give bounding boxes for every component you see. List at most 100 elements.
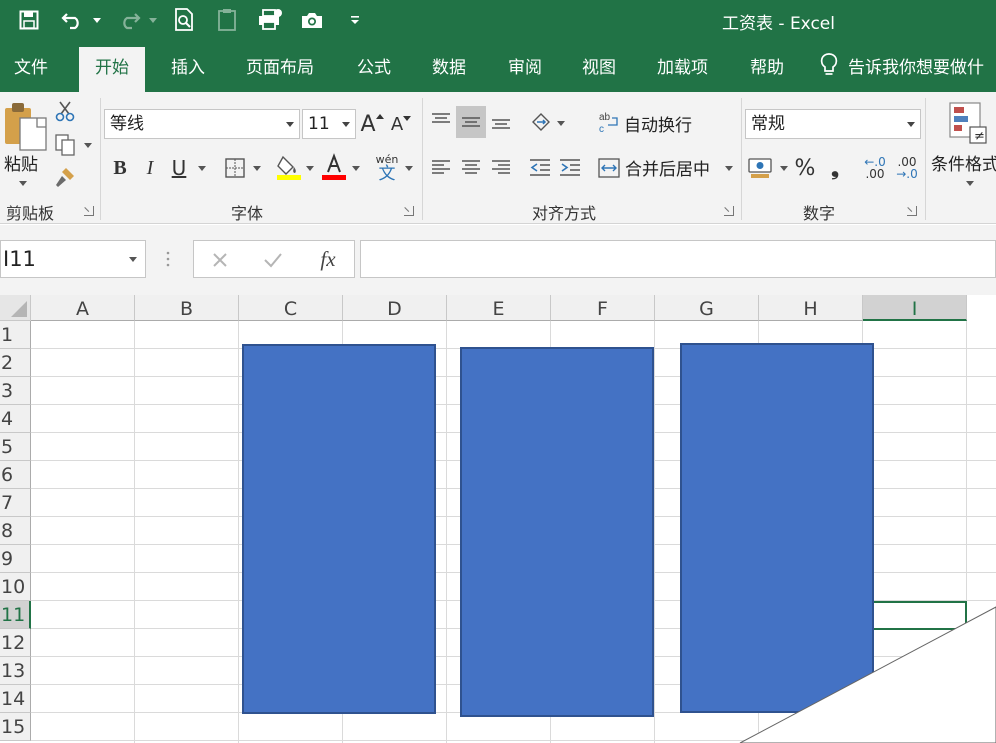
svg-text:ab: ab [599,112,611,123]
increase-font-size-button[interactable]: A [359,108,385,140]
bold-button[interactable]: B [108,154,132,182]
clipboard-group-label: 剪贴板 [6,204,55,223]
align-middle-icon[interactable] [456,106,486,138]
svg-text:c: c [599,124,604,134]
worksheet-grid[interactable]: A B C D E F G H I 1 2 3 4 5 6 7 8 9 10 11 12 13 14 15 [0,295,996,743]
formula-bar-grip-icon[interactable] [160,244,176,274]
font-name-combo[interactable]: 等线 [104,109,300,139]
window-title: 工资表 - Excel [722,14,835,34]
accounting-format-icon[interactable] [746,154,776,182]
print-preview-icon[interactable] [168,0,200,40]
number-group-label: 数字 [803,204,836,223]
decrease-indent-icon[interactable] [526,154,554,182]
number-format-value: 常规 [751,114,785,134]
format-painter-icon[interactable] [52,164,78,190]
copy-dropdown-icon[interactable] [84,143,92,148]
number-launcher-icon[interactable] [907,206,917,216]
fill-color-icon[interactable] [274,152,304,182]
undo-icon[interactable] [56,0,90,40]
font-group-label: 字体 [231,204,264,223]
accounting-dropdown-icon[interactable] [780,166,788,171]
increase-font-size-label: A [360,111,376,137]
tab-formulas[interactable]: 公式 [357,44,391,92]
save-icon[interactable] [12,0,46,40]
increase-indent-icon[interactable] [556,154,584,182]
name-box-value: I11 [3,247,36,271]
paste-label[interactable]: 粘贴 [4,150,38,175]
underline-dropdown-icon[interactable] [198,166,206,171]
merge-center-label[interactable]: 合并后居中 [625,155,710,180]
tab-file[interactable]: 文件 [14,44,48,92]
phonetic-pinyin-label: wén [375,152,399,166]
formula-input[interactable] [360,240,996,278]
increase-decimal-button[interactable]: ←.0 .00 [860,152,890,184]
alignment-group-label: 对齐方式 [532,204,597,223]
redo-icon [112,0,146,40]
percent-style-button[interactable]: % [792,152,818,184]
font-color-icon[interactable] [319,152,349,182]
borders-dropdown-icon[interactable] [253,166,261,171]
fill-color-dropdown-icon[interactable] [306,166,314,171]
wrap-text-label[interactable]: 自动换行 [624,111,692,136]
decrease-font-size-label: A [390,113,404,135]
phonetic-dropdown-icon[interactable] [405,166,413,171]
name-box[interactable]: I11 [0,240,146,278]
paste-icon[interactable] [2,98,48,154]
orientation-icon[interactable] [528,108,554,136]
customize-quick-access-icon[interactable] [346,0,364,40]
font-color-dropdown-icon[interactable] [352,166,360,171]
caret-down-icon [403,116,412,121]
tab-page-layout[interactable]: 页面布局 [246,44,314,92]
clipboard-number-icon [212,0,242,40]
merge-center-icon[interactable] [596,154,622,182]
align-center-icon[interactable] [458,154,484,182]
font-launcher-icon[interactable] [404,206,414,216]
comma-style-button[interactable]: ❟ [824,152,846,184]
font-size-combo[interactable]: 11 [302,109,356,139]
tab-insert[interactable]: 插入 [171,44,205,92]
orientation-dropdown-icon[interactable] [557,121,565,126]
align-left-icon[interactable] [428,154,454,182]
decrease-font-size-button[interactable]: A [388,108,414,140]
enter-entry-icon[interactable] [258,246,288,274]
redo-dropdown-icon [148,0,158,40]
wrap-text-icon[interactable]: ab c [598,108,620,136]
tab-view[interactable]: 视图 [582,44,616,92]
paste-dropdown-icon[interactable] [19,181,27,186]
tab-review[interactable]: 审阅 [508,44,542,92]
quick-print-icon[interactable] [254,0,286,40]
merge-center-dropdown-icon[interactable] [725,166,733,171]
font-size-value: 11 [308,114,330,134]
tell-me-search[interactable]: 告诉我你想要做什 [820,52,984,78]
tell-me-label: 告诉我你想要做什 [848,57,984,78]
lightbulb-icon [820,53,838,75]
conditional-formatting-icon[interactable]: ≠ [944,98,990,148]
insert-function-button[interactable]: fx [312,244,344,274]
cancel-entry-icon[interactable] [205,246,235,274]
align-top-icon[interactable] [428,106,454,136]
align-bottom-icon[interactable] [488,106,514,136]
svg-text:≠: ≠ [974,129,985,144]
align-right-icon[interactable] [488,154,514,182]
undo-dropdown-icon[interactable] [92,0,102,40]
decrease-decimal-button[interactable]: .00 →.0 [892,152,922,184]
tab-help[interactable]: 帮助 [750,44,784,92]
font-name-value: 等线 [110,114,144,134]
tab-addins[interactable]: 加载项 [657,44,708,92]
cut-icon[interactable] [52,98,78,124]
tab-data[interactable]: 数据 [432,44,466,92]
page-curl-overlay [739,606,996,743]
copy-icon[interactable] [52,132,78,158]
conditional-formatting-label[interactable]: 条件格式 [931,150,996,175]
camera-icon[interactable] [296,0,328,40]
alignment-launcher-icon[interactable] [724,206,734,216]
clipboard-launcher-icon[interactable] [84,206,94,216]
decrease-decimal-bottom: →.0 [896,167,918,181]
number-format-combo[interactable]: 常规 [745,109,921,139]
tab-home[interactable]: 开始 [79,47,145,92]
underline-button[interactable]: U [167,154,191,182]
italic-button[interactable]: I [138,154,162,182]
conditional-formatting-dropdown-icon[interactable] [966,181,974,186]
phonetic-guide-button[interactable]: wén 文 [372,152,402,184]
borders-icon[interactable] [222,154,248,182]
